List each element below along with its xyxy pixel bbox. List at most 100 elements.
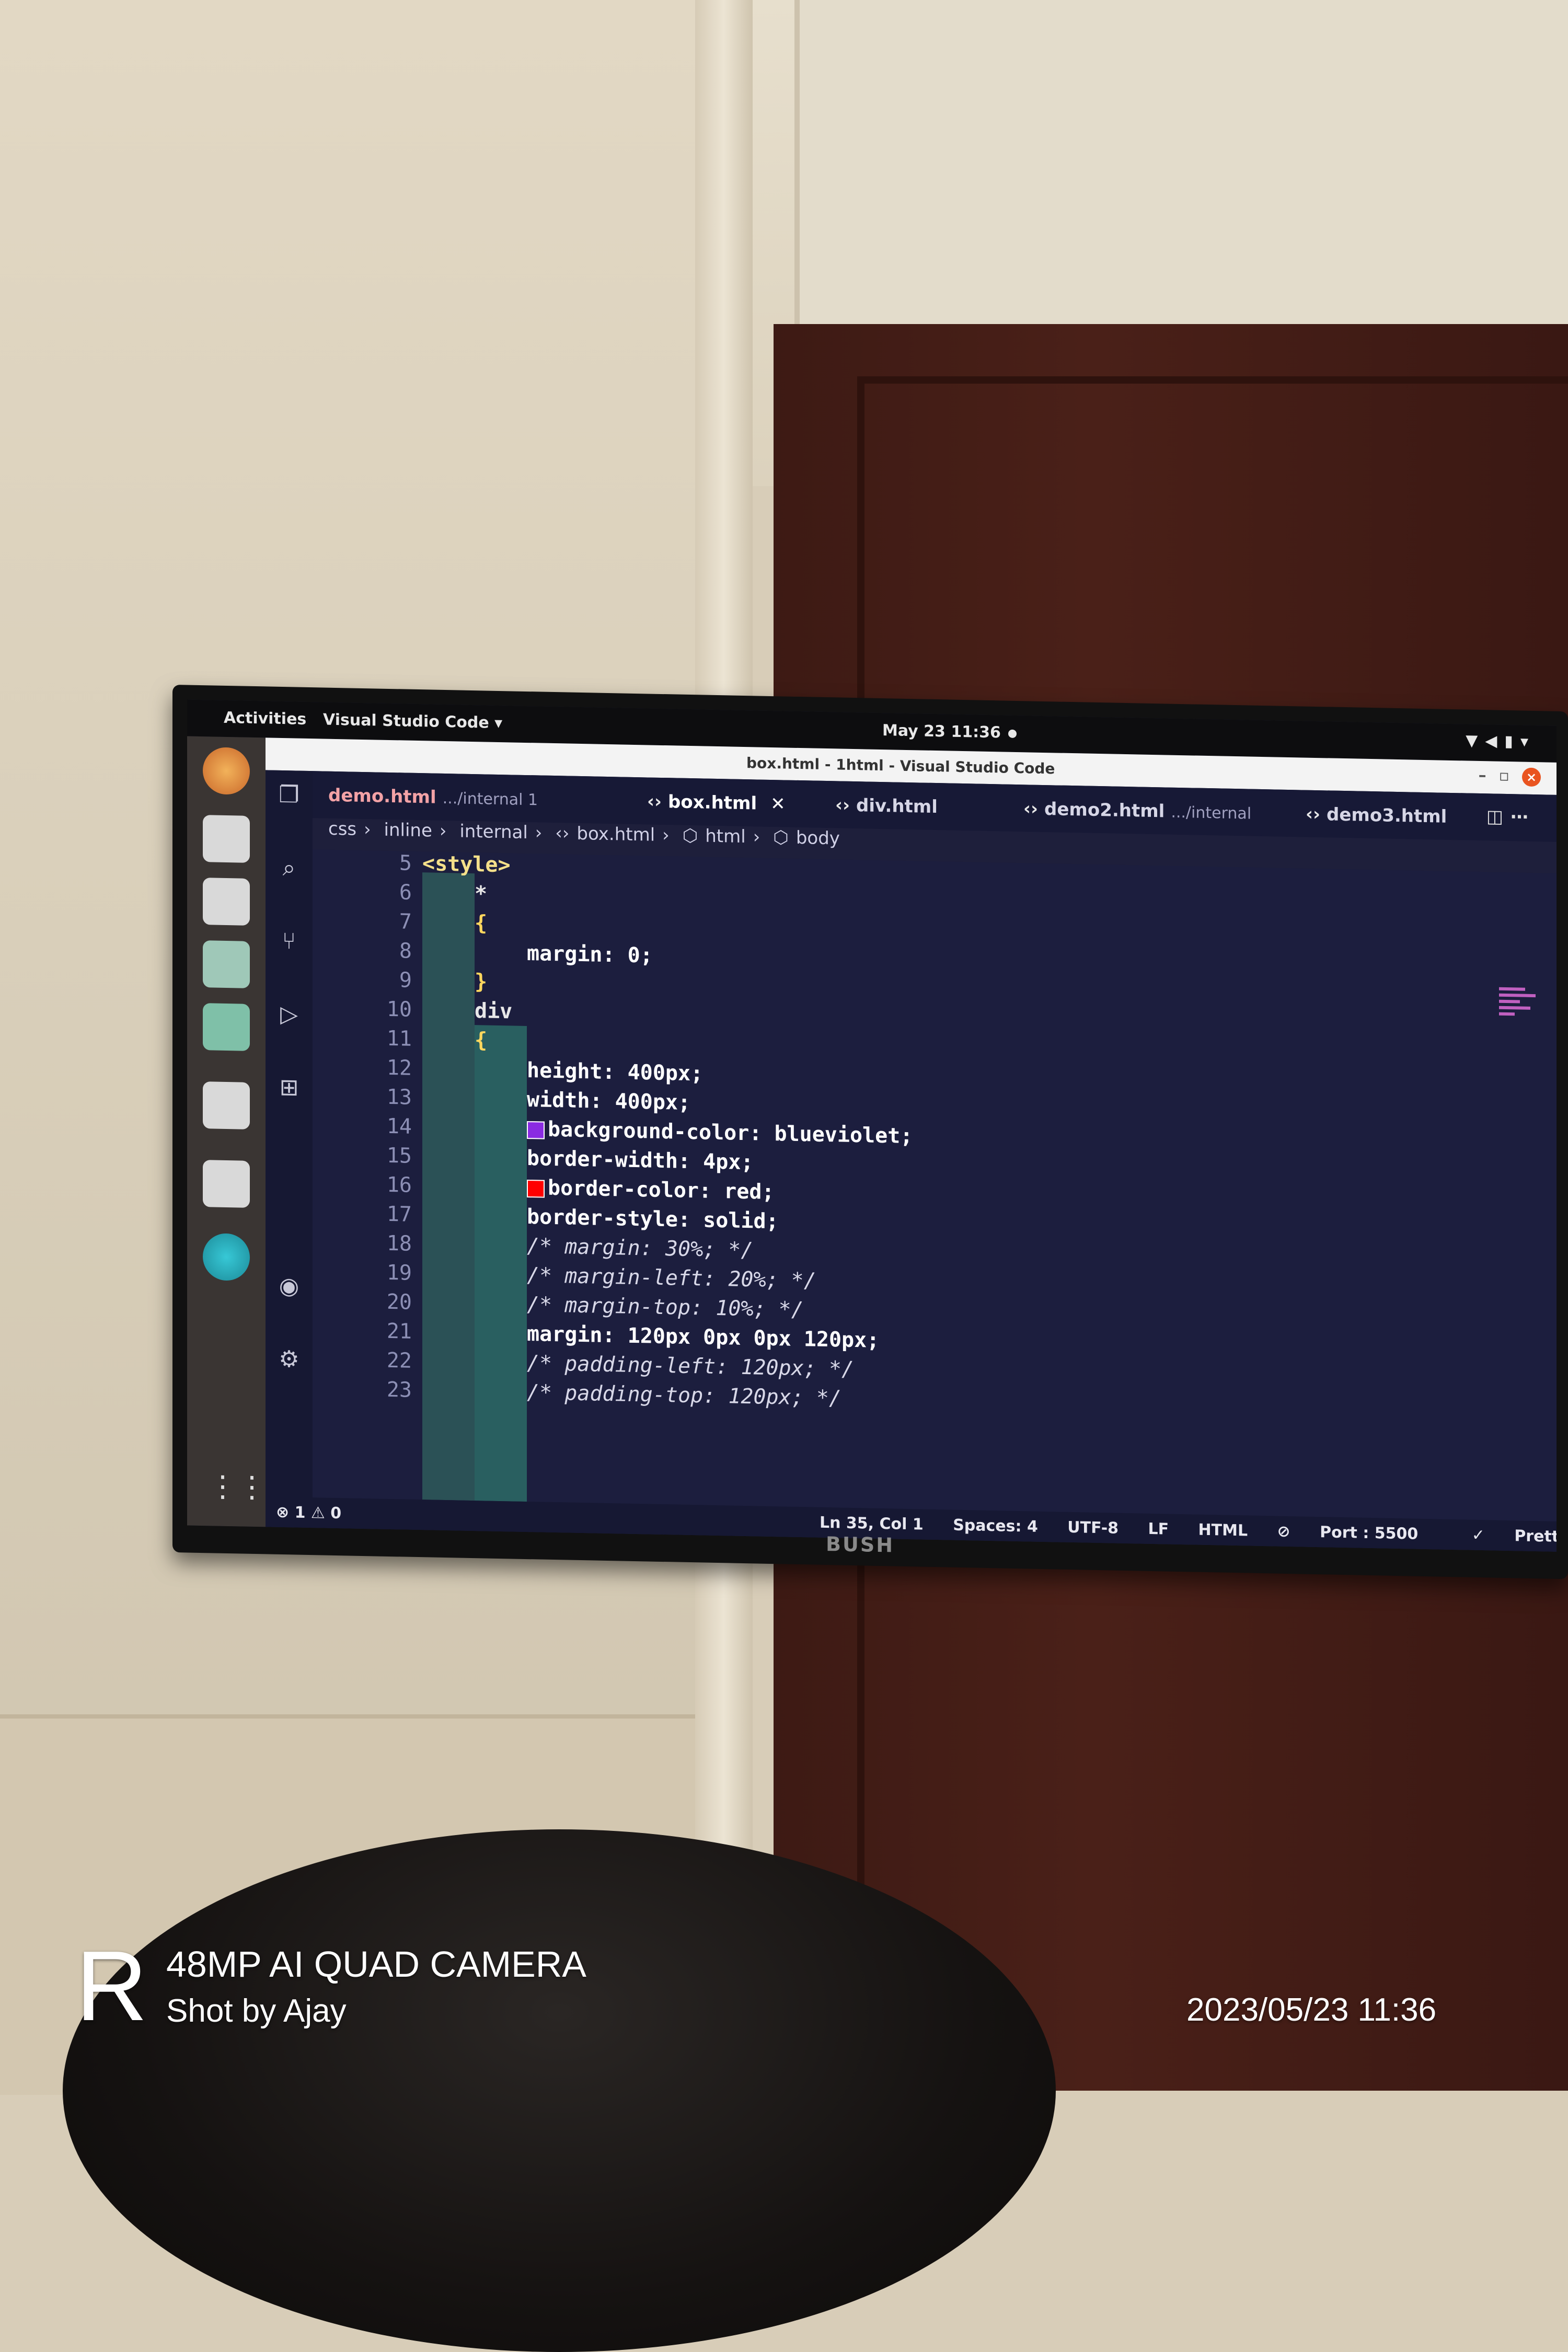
chevron-right-icon: › <box>535 822 543 844</box>
transom-panel <box>794 0 1568 340</box>
line-number: 14 <box>386 1114 412 1139</box>
cursor-position[interactable]: Ln 35, Col 1 <box>820 1514 924 1534</box>
tab-demo2-html[interactable]: ‹› demo2.html .../internal <box>1023 798 1251 823</box>
settings-gear-icon[interactable]: ⚙ <box>275 1345 303 1374</box>
activity-bar: ❐ ⌕ ⑂ ▷ ⊞ ◉ ⚙ <box>266 770 313 1498</box>
tab-label: demo2.html <box>1044 799 1165 822</box>
more-actions-icon[interactable]: ⋯ <box>1511 806 1536 828</box>
code-comment: /* padding-top: 120px; */ <box>527 1380 842 1411</box>
firefox-icon[interactable] <box>203 747 250 795</box>
error-count: 1 <box>294 1503 306 1522</box>
code-line: <style> <box>422 851 511 878</box>
maximize-icon[interactable]: ▫ <box>1499 767 1522 786</box>
indentation[interactable]: Spaces: 4 <box>953 1516 1038 1536</box>
search-icon[interactable]: ⌕ <box>275 854 303 883</box>
camera-brand-logo: R <box>76 1931 148 2042</box>
encoding[interactable]: UTF-8 <box>1067 1518 1119 1538</box>
tv-screen: Activities Visual Studio Code ▾ May 23 1… <box>187 699 1557 1552</box>
run-debug-icon[interactable]: ▷ <box>275 1000 303 1029</box>
line-number: 19 <box>386 1260 412 1285</box>
chevron-right-icon: › <box>439 820 447 842</box>
problems-indicator[interactable]: ⊗ 1 ⚠ 0 <box>276 1503 341 1523</box>
terminal-icon[interactable] <box>203 1160 250 1208</box>
breadcrumb-item[interactable]: html <box>705 826 745 847</box>
tab-div-html[interactable]: ‹› div.html <box>835 794 938 817</box>
minimap[interactable] <box>1499 987 1541 1051</box>
app-icon[interactable] <box>203 940 250 988</box>
minimize-icon[interactable]: – <box>1479 766 1499 785</box>
line-number: 11 <box>386 1026 412 1051</box>
line-number: 23 <box>386 1377 412 1402</box>
account-icon[interactable]: ◉ <box>275 1272 303 1301</box>
breadcrumb-item[interactable]: css <box>328 818 356 840</box>
line-number-gutter: 5 6 7 8 9 10 11 12 13 14 15 16 17 18 19 … <box>313 849 412 1500</box>
language-mode[interactable]: HTML <box>1198 1521 1248 1540</box>
breadcrumb-item[interactable]: body <box>796 827 840 849</box>
notes-icon[interactable] <box>203 1081 250 1129</box>
tab-demo3-html[interactable]: ‹› demo3.html <box>1306 804 1447 827</box>
close-tab-icon[interactable]: ✕ <box>770 793 786 815</box>
split-editor-icon[interactable]: ◫ <box>1486 806 1511 827</box>
code-line: { <box>475 1028 488 1053</box>
text-editor-icon[interactable] <box>203 878 250 926</box>
prettier-status[interactable]: ✓ Prettier <box>1472 1526 1557 1547</box>
files-icon[interactable] <box>203 815 250 863</box>
tab-box-html[interactable]: ‹› box.html ✕ <box>647 791 786 814</box>
live-server-port[interactable]: ⊘ Port : 5500 <box>1277 1523 1443 1544</box>
html-file-icon: ‹› <box>1023 798 1039 820</box>
indent-guide <box>475 1025 527 1502</box>
system-tray[interactable]: ▼◀▮▾ <box>1466 732 1536 752</box>
element-icon: ⬡ <box>773 827 789 848</box>
line-number: 13 <box>386 1085 412 1110</box>
clock-text: May 23 11:36 <box>882 721 1001 742</box>
extensions-icon[interactable]: ⊞ <box>275 1074 303 1102</box>
code-line: div <box>475 999 513 1024</box>
activities-button[interactable]: Activities <box>224 709 306 729</box>
code-line: margin: 120px 0px 0px 120px; <box>527 1322 880 1353</box>
check-icon: ✓ <box>1471 1526 1491 1545</box>
color-swatch-red[interactable] <box>527 1180 545 1198</box>
tab-demo-html[interactable]: demo.html .../internal 1 <box>328 785 538 810</box>
vscode-window: box.html - 1html - Visual Studio Code –▫… <box>266 737 1557 1552</box>
code-line: border-style: solid; <box>527 1205 779 1234</box>
line-number: 17 <box>386 1202 412 1227</box>
html-file-icon: ‹› <box>835 794 850 816</box>
end-of-line[interactable]: LF <box>1148 1520 1169 1539</box>
explorer-icon[interactable]: ❐ <box>275 781 303 810</box>
source-control-icon[interactable]: ⑂ <box>275 927 303 956</box>
close-icon[interactable]: × <box>1522 767 1541 787</box>
breadcrumb-item[interactable]: inline <box>384 820 432 841</box>
html-file-icon: ‹› <box>555 823 570 844</box>
breadcrumb-item[interactable]: internal <box>459 821 527 844</box>
window-title: box.html - 1html - Visual Studio Code <box>746 754 1055 778</box>
code-comment: /* padding-left: 120px; */ <box>527 1351 855 1382</box>
code-line: { <box>475 911 488 936</box>
html-file-icon: ‹› <box>647 791 662 812</box>
code-editor[interactable]: 5 6 7 8 9 10 11 12 13 14 15 16 17 18 19 … <box>313 849 1557 1521</box>
code-line-with-swatch: border-color: red; <box>527 1175 774 1204</box>
app-menu[interactable]: Visual Studio Code ▾ <box>323 711 502 733</box>
code-line-with-swatch: background-color: blueviolet; <box>527 1117 913 1148</box>
tab-label: div.html <box>856 795 938 818</box>
line-number: 18 <box>386 1231 412 1256</box>
battery-icon: ▮ <box>1504 732 1520 751</box>
code-text: background-color: blueviolet; <box>548 1117 913 1149</box>
code-text: border-color: red; <box>548 1175 775 1205</box>
warning-icon: ⚠ <box>310 1504 325 1523</box>
code-line: * <box>475 882 488 906</box>
app-icon[interactable] <box>203 1003 250 1051</box>
code-line: } <box>475 970 488 994</box>
line-number: 15 <box>386 1143 412 1168</box>
tab-label: box.html <box>668 791 757 814</box>
photo-timestamp: 2023/05/23 11:36 <box>1186 1992 1437 2028</box>
color-swatch-blueviolet[interactable] <box>527 1121 545 1139</box>
camera-model-text: 48MP AI QUAD CAMERA <box>166 1944 586 1985</box>
breadcrumb-item[interactable]: box.html <box>577 823 655 846</box>
line-number: 9 <box>399 968 412 993</box>
notification-dot <box>1008 729 1017 738</box>
vscode-dock-icon[interactable] <box>203 1233 250 1281</box>
prettier-label: Prettier <box>1514 1527 1557 1547</box>
show-apps-icon[interactable]: ⋮⋮ <box>208 1468 267 1505</box>
code-line: height: 400px; <box>527 1058 704 1086</box>
clock[interactable]: May 23 11:36 <box>882 721 1017 742</box>
